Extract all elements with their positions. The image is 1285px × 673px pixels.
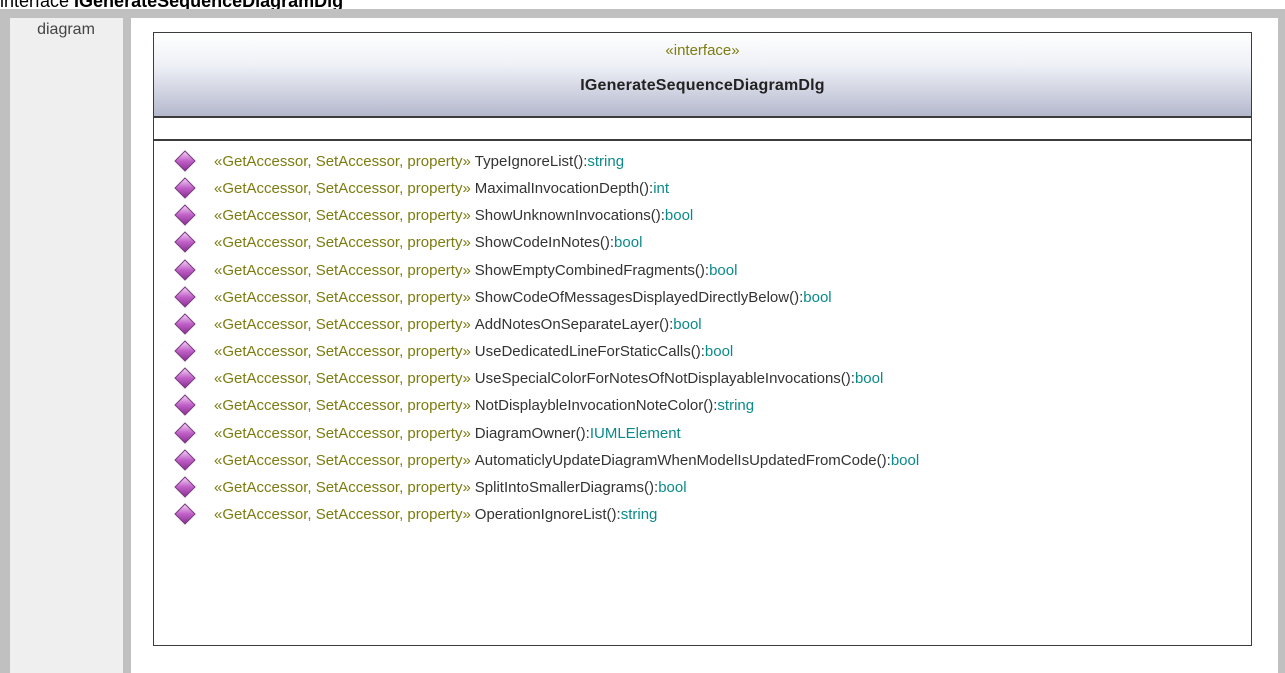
section-label-cell: diagram bbox=[10, 18, 123, 673]
operation-row[interactable]: «GetAccessor, SetAccessor, property» AddN… bbox=[154, 310, 1251, 338]
operation-return-type[interactable]: IUMLElement bbox=[590, 425, 681, 442]
operation-stereotype: «GetAccessor, SetAccessor, property» bbox=[214, 396, 471, 414]
operation-row[interactable]: «GetAccessor, SetAccessor, property» Maxi… bbox=[154, 174, 1251, 202]
operation-row[interactable]: «GetAccessor, SetAccessor, property» Show… bbox=[154, 256, 1251, 284]
operation-stereotype: «GetAccessor, SetAccessor, property» bbox=[214, 288, 471, 306]
operation-signature-separator: (): bbox=[876, 451, 891, 469]
operation-signature-separator: (): bbox=[599, 233, 615, 251]
operation-diamond-icon bbox=[174, 449, 196, 471]
operation-diamond-icon bbox=[174, 367, 196, 389]
operation-row[interactable]: «GetAccessor, SetAccessor, property» Oper… bbox=[154, 500, 1251, 528]
operation-signature-separator: (): bbox=[575, 424, 590, 442]
operation-row[interactable]: «GetAccessor, SetAccessor, property» Show… bbox=[154, 201, 1251, 229]
operation-return-type[interactable]: int bbox=[653, 180, 669, 197]
operation-row[interactable]: «GetAccessor, SetAccessor, property» Spli… bbox=[154, 473, 1251, 501]
operation-name: UseDedicatedLineForStaticCalls bbox=[474, 342, 691, 360]
operation-name: AddNotesOnSeparateLayer bbox=[474, 315, 660, 333]
operation-name: UseSpecialColorForNotesOfNotDisplayableI… bbox=[474, 369, 841, 387]
operation-row[interactable]: «GetAccessor, SetAccessor, property» UseS… bbox=[154, 364, 1251, 392]
operation-signature-separator: (): bbox=[789, 288, 804, 306]
attributes-compartment bbox=[154, 118, 1251, 141]
operation-diamond-icon bbox=[174, 476, 196, 498]
operation-row[interactable]: «GetAccessor, SetAccessor, property» Auto… bbox=[154, 446, 1251, 474]
operation-stereotype: «GetAccessor, SetAccessor, property» bbox=[214, 206, 471, 224]
operation-row[interactable]: «GetAccessor, SetAccessor, property» Show… bbox=[154, 283, 1251, 311]
operation-name: TypeIgnoreList bbox=[474, 152, 574, 170]
operation-diamond-icon bbox=[174, 422, 196, 444]
uml-interface-box[interactable]: «interface» IGenerateSequenceDiagramDlg … bbox=[153, 32, 1252, 646]
operation-diamond-icon bbox=[174, 313, 196, 335]
operation-return-type[interactable]: bool bbox=[614, 234, 642, 251]
operation-stereotype: «GetAccessor, SetAccessor, property» bbox=[214, 369, 471, 387]
uml-class-header: «interface» IGenerateSequenceDiagramDlg bbox=[154, 33, 1251, 118]
interface-stereotype: «interface» bbox=[665, 42, 740, 59]
operation-return-type[interactable]: bool bbox=[803, 289, 831, 306]
operation-signature-separator: (): bbox=[573, 152, 588, 170]
operation-signature-separator: (): bbox=[650, 206, 665, 224]
operation-diamond-icon bbox=[174, 340, 196, 362]
operation-signature-separator: (): bbox=[690, 342, 705, 360]
operation-name: ShowCodeInNotes bbox=[474, 233, 600, 251]
operation-name: NotDisplaybleInvocationNoteColor bbox=[474, 396, 704, 414]
operation-return-type[interactable]: string bbox=[587, 153, 624, 170]
operation-name: ShowUnknownInvocations bbox=[474, 206, 651, 224]
operation-return-type[interactable]: bool bbox=[709, 262, 737, 279]
operation-row[interactable]: «GetAccessor, SetAccessor, property» NotD… bbox=[154, 391, 1251, 419]
interface-name: IGenerateSequenceDiagramDlg bbox=[580, 77, 825, 94]
operation-name: DiagramOwner bbox=[474, 424, 576, 442]
operation-signature-separator: (): bbox=[703, 396, 718, 414]
operation-diamond-icon bbox=[174, 503, 196, 525]
operation-row[interactable]: «GetAccessor, SetAccessor, property» Type… bbox=[154, 147, 1251, 175]
operation-diamond-icon bbox=[174, 150, 196, 172]
operation-return-type[interactable]: bool bbox=[705, 343, 733, 360]
operation-stereotype: «GetAccessor, SetAccessor, property» bbox=[214, 179, 471, 197]
operation-return-type[interactable]: string bbox=[621, 506, 658, 523]
operation-stereotype: «GetAccessor, SetAccessor, property» bbox=[214, 505, 471, 523]
operation-diamond-icon bbox=[174, 286, 196, 308]
operation-name: SplitIntoSmallerDiagrams bbox=[474, 478, 645, 496]
operation-signature-separator: (): bbox=[644, 478, 659, 496]
operation-name: MaximalInvocationDepth bbox=[474, 179, 640, 197]
operation-name: ShowEmptyCombinedFragments bbox=[474, 261, 695, 279]
operation-stereotype: «GetAccessor, SetAccessor, property» bbox=[214, 478, 471, 496]
operation-stereotype: «GetAccessor, SetAccessor, property» bbox=[214, 424, 471, 442]
operation-return-type[interactable]: bool bbox=[673, 316, 701, 333]
operation-return-type[interactable]: bool bbox=[665, 207, 693, 224]
operation-signature-separator: (): bbox=[659, 315, 674, 333]
operation-stereotype: «GetAccessor, SetAccessor, property» bbox=[214, 342, 471, 360]
operation-row[interactable]: «GetAccessor, SetAccessor, property» Diag… bbox=[154, 419, 1251, 447]
operation-stereotype: «GetAccessor, SetAccessor, property» bbox=[214, 261, 471, 279]
operation-signature-separator: (): bbox=[840, 369, 855, 387]
diagram-cell: «interface» IGenerateSequenceDiagramDlg … bbox=[131, 18, 1278, 673]
operation-signature-separator: (): bbox=[606, 505, 621, 523]
operation-diamond-icon bbox=[174, 259, 196, 281]
operation-stereotype: «GetAccessor, SetAccessor, property» bbox=[214, 315, 471, 333]
operation-name: ShowCodeOfMessagesDisplayedDirectlyBelow bbox=[474, 288, 790, 306]
operation-return-type[interactable]: string bbox=[717, 397, 754, 414]
operation-signature-separator: (): bbox=[639, 179, 654, 197]
operation-stereotype: «GetAccessor, SetAccessor, property» bbox=[214, 233, 471, 251]
operation-diamond-icon bbox=[174, 204, 196, 226]
operation-signature-separator: (): bbox=[694, 261, 710, 279]
operation-name: AutomaticlyUpdateDiagramWhenModelIsUpdat… bbox=[474, 451, 877, 469]
section-label: diagram bbox=[37, 21, 95, 38]
operation-row[interactable]: «GetAccessor, SetAccessor, property» Show… bbox=[154, 228, 1251, 256]
operation-stereotype: «GetAccessor, SetAccessor, property» bbox=[214, 152, 471, 170]
operation-diamond-icon bbox=[174, 231, 196, 253]
operation-name: OperationIgnoreList bbox=[474, 505, 607, 523]
operation-return-type[interactable]: bool bbox=[891, 452, 919, 469]
operation-stereotype: «GetAccessor, SetAccessor, property» bbox=[214, 451, 471, 469]
operation-row[interactable]: «GetAccessor, SetAccessor, property» UseD… bbox=[154, 337, 1251, 365]
operation-diamond-icon bbox=[174, 394, 196, 416]
operation-return-type[interactable]: bool bbox=[658, 479, 686, 496]
operation-diamond-icon bbox=[174, 177, 196, 199]
operation-return-type[interactable]: bool bbox=[855, 370, 883, 387]
